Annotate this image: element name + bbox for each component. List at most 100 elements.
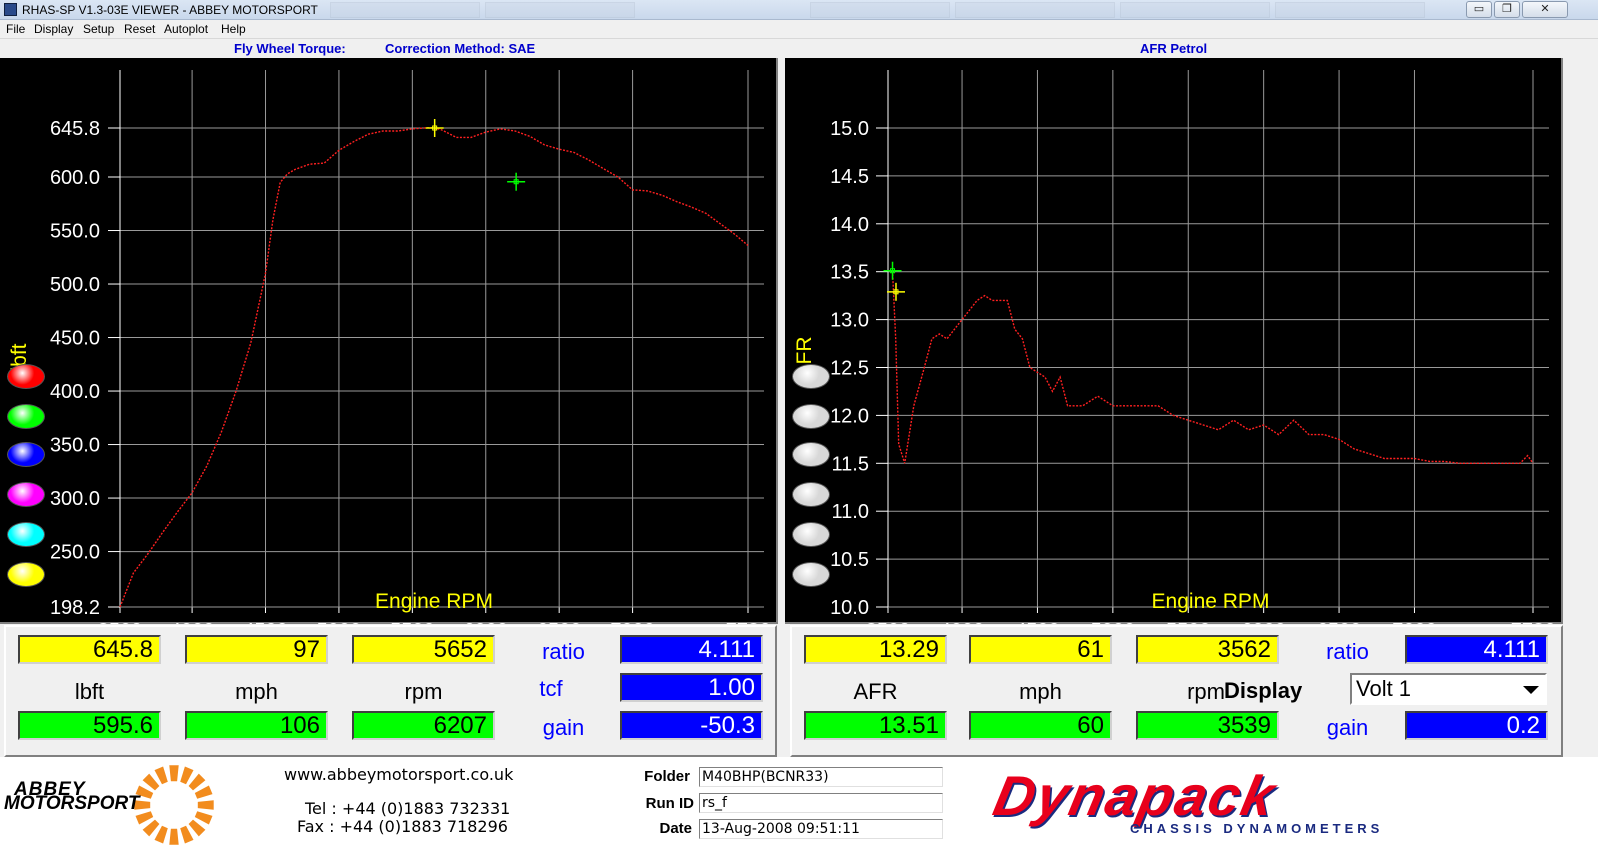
afr-x-tick-label: 4000 xyxy=(940,620,985,624)
right-gain-field[interactable]: 0.2 xyxy=(1405,711,1548,740)
afr-chart[interactable]: 3509 4000 4500 5000 5500 6000 6500 7000 7786 10.0… xyxy=(785,58,1563,624)
sunburst-ray xyxy=(180,766,194,785)
date-field[interactable]: 13-Aug-2008 09:51:11 xyxy=(699,819,943,839)
app-icon xyxy=(4,3,17,16)
restore-button[interactable]: ❐ xyxy=(1494,1,1520,18)
torque-x-tick-label: 4500 xyxy=(243,620,288,624)
afr-y-tick-label: 14.5 xyxy=(830,166,869,188)
website-text: www.abbeymotorsport.co.uk xyxy=(284,765,514,784)
afr-y-tick-label: 14.0 xyxy=(830,214,869,236)
torque-chart[interactable]: 3509 4000 4500 5000 5500 6000 6500 7000 7786 198.… xyxy=(0,58,778,624)
sunburst-ray xyxy=(197,800,214,810)
menu-display[interactable]: Display xyxy=(34,22,73,36)
left-series-swatch-2[interactable] xyxy=(7,404,45,429)
right-gain-label: gain xyxy=(1326,715,1369,740)
menu-setup[interactable]: Setup xyxy=(83,22,114,36)
sunburst-ray xyxy=(188,773,206,791)
menu-file[interactable]: File xyxy=(6,22,25,36)
left-unit-lbft: lbft xyxy=(74,679,105,704)
runid-label: Run ID xyxy=(645,795,694,812)
right-cursor1-value: 13.29 xyxy=(804,635,947,664)
sunburst-ray xyxy=(154,825,168,844)
left-series-swatch-5[interactable] xyxy=(7,522,45,547)
left-cursor2-rpm: 6207 xyxy=(352,711,495,740)
afr-y-tick-label: 11.5 xyxy=(832,453,869,475)
logo-line2: MOTORSPORT xyxy=(4,793,140,814)
window-title: RHAS-SP V1.3-03E VIEWER - ABBEY MOTORSPO… xyxy=(22,3,318,17)
left-cursor2-value: 595.6 xyxy=(18,711,161,740)
left-gain-field[interactable]: -50.3 xyxy=(620,711,763,740)
right-readout-panel: 13.29 61 3562 AFR mph rpm Display 13.51 … xyxy=(790,625,1563,757)
torque-x-tick-label: 5500 xyxy=(390,620,435,624)
torque-x-axis-title: Engine RPM xyxy=(375,590,493,613)
left-series-swatch-6[interactable] xyxy=(7,562,45,587)
menu-help[interactable]: Help xyxy=(221,22,246,36)
torque-y-tick-label: 300.0 xyxy=(50,488,100,510)
torque-x-tick-label: 4000 xyxy=(170,620,215,624)
display-label: Display xyxy=(1224,678,1303,703)
left-series-swatch-1[interactable] xyxy=(7,364,45,389)
torque-x-tick-label: 3509 xyxy=(98,620,143,624)
afr-cursor-marker xyxy=(886,282,905,301)
sunburst-ray xyxy=(169,765,179,782)
right-unit-rpm: rpm xyxy=(1187,679,1225,704)
runid-field[interactable]: rs_f xyxy=(699,793,943,813)
right-ratio-label: ratio xyxy=(1326,639,1369,664)
sunburst-ray xyxy=(194,785,213,799)
afr-y-tick-label: 10.0 xyxy=(830,597,869,619)
afr-x-axis-title: Engine RPM xyxy=(1152,590,1270,613)
torque-y-tick-label: 400.0 xyxy=(50,381,100,403)
left-ratio-field[interactable]: 4.111 xyxy=(620,635,763,664)
right-series-swatch-4[interactable] xyxy=(792,482,830,507)
afr-x-tick-label: 7000 xyxy=(1392,620,1437,624)
afr-x-tick-label: 6000 xyxy=(1241,620,1286,624)
right-series-swatch-5[interactable] xyxy=(792,522,830,547)
afr-x-tick-label: 3509 xyxy=(866,620,911,624)
right-cursor1-rpm: 3562 xyxy=(1136,635,1279,664)
sunburst-ray xyxy=(169,828,179,845)
right-series-swatch-2[interactable] xyxy=(792,404,830,429)
torque-y-tick-label: 250.0 xyxy=(50,542,100,564)
right-ratio-field[interactable]: 4.111 xyxy=(1405,635,1548,664)
torque-x-tick-label: 5000 xyxy=(317,620,362,624)
background-taskbar-tabs xyxy=(330,2,1450,18)
left-tcf-field[interactable]: 1.00 xyxy=(620,673,763,702)
afr-y-tick-label: 13.5 xyxy=(830,262,869,284)
afr-cursor-marker xyxy=(883,261,902,280)
left-readout-panel: 645.8 97 5652 lbft mph rpm 595.6 106 620… xyxy=(4,625,777,757)
right-series-swatch-6[interactable] xyxy=(792,562,830,587)
torque-x-tick-label: 7786 xyxy=(726,620,771,624)
left-series-swatch-3[interactable] xyxy=(7,442,45,467)
right-series-swatch-1[interactable] xyxy=(792,364,830,389)
right-chart-title: AFR Petrol xyxy=(1140,41,1208,56)
sunburst-ray xyxy=(142,819,160,837)
left-series-swatch-4[interactable] xyxy=(7,482,45,507)
afr-y-tick-label: 13.0 xyxy=(830,310,869,332)
afr-x-tick-label: 5500 xyxy=(1166,620,1211,624)
left-tcf-label: tcf xyxy=(539,676,563,701)
minimize-button[interactable]: ▭ xyxy=(1466,1,1492,18)
afr-y-tick-label: 12.5 xyxy=(830,358,869,380)
torque-series-line xyxy=(119,127,749,608)
left-gain-label: gain xyxy=(542,715,585,740)
close-button[interactable]: ✕ xyxy=(1522,1,1568,18)
torque-y-tick-label: 600.0 xyxy=(50,167,100,189)
left-ratio-label: ratio xyxy=(542,639,585,664)
torque-chart-plot[interactable]: 3509 4000 4500 5000 5500 6000 6500 7000 7786 198.… xyxy=(0,58,778,624)
right-cursor2-rpm: 3539 xyxy=(1136,711,1279,740)
display-select[interactable]: Volt 1 xyxy=(1350,673,1547,705)
afr-x-tick-label: 5000 xyxy=(1091,620,1136,624)
afr-chart-plot[interactable]: 3509 4000 4500 5000 5500 6000 6500 7000 7786 10.0… xyxy=(785,58,1563,624)
menu-autoplot[interactable]: Autoplot xyxy=(164,22,208,36)
right-series-swatch-3[interactable] xyxy=(792,442,830,467)
menu-reset[interactable]: Reset xyxy=(124,22,155,36)
left-cursor1-rpm: 5652 xyxy=(352,635,495,664)
torque-x-tick-label: 6000 xyxy=(464,620,509,624)
folder-field[interactable]: M40BHP(BCNR33) xyxy=(699,767,943,787)
afr-x-tick-label: 6500 xyxy=(1317,620,1362,624)
afr-x-tick-label: 7786 xyxy=(1511,620,1556,624)
display-select-value: Volt 1 xyxy=(1356,676,1412,701)
torque-y-tick-label: 645.8 xyxy=(50,118,100,140)
afr-y-tick-label: 10.5 xyxy=(830,549,869,571)
chevron-down-icon[interactable] xyxy=(1523,686,1539,694)
